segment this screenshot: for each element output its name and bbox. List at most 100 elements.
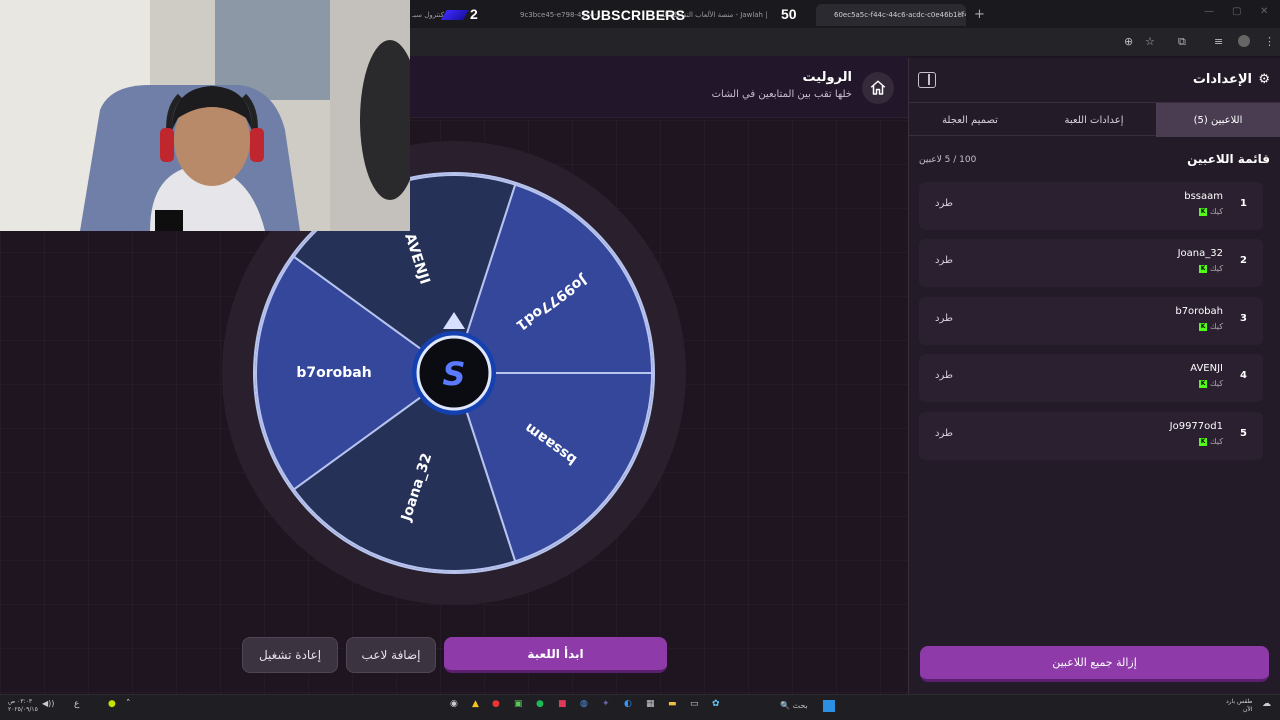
player-row: 3 b7orobah كيك K طرد [919,297,1263,345]
player-platform: كيك K [1199,379,1223,388]
taskbar-search[interactable]: بحث 🔍 [780,701,808,710]
player-row: 2 Joana_32 كيك K طرد [919,239,1263,287]
tab-wheel-design[interactable]: تصميم العجلة [908,103,1032,137]
player-name: Joana_32 [1177,248,1223,259]
kick-logo-icon: K [1199,322,1208,331]
start-icon[interactable] [823,700,835,712]
platform-label: كيك [1210,437,1223,446]
tab-players[interactable]: اللاعبين (5) [1156,103,1280,137]
wheel-segment-label: b7orobah [296,365,371,381]
tab-game-settings[interactable]: إعدادات اللعبة [1032,103,1156,137]
search-label: بحث [792,701,808,710]
kick-player-button[interactable]: طرد [935,255,953,266]
kick-player-button[interactable]: طرد [935,198,953,209]
player-name: b7orobah [1175,306,1223,317]
platform-label: كيك [1210,322,1223,331]
app-icon[interactable]: ◉ [450,699,458,709]
maximize-icon[interactable]: ▢ [1232,6,1241,17]
weather-icon: ☁ [1262,699,1271,709]
platform-label: كيك [1210,264,1223,273]
player-name: Jo9977od1 [1169,421,1223,432]
weather-widget[interactable]: طقس بارد الآن [1226,698,1252,714]
profile-avatar[interactable] [1238,35,1250,47]
collapse-panel-icon[interactable] [918,72,936,88]
plus-icon[interactable]: + [974,4,988,26]
panel-tabs: اللاعبين (5) إعدادات اللعبة تصميم العجلة [908,102,1280,137]
start-game-button[interactable]: ابدأ اللعبة [444,637,667,673]
webcam-image [0,0,410,231]
players-count: 100 / 5 لاعبين [919,155,977,165]
menu-icon[interactable]: ⋮ [1264,35,1275,48]
subscriber-count: 2 [470,6,478,22]
webcam-overlay [0,0,410,231]
players-list-title: قائمة اللاعبين [1187,152,1270,166]
kick-logo-icon: K [1199,437,1208,446]
player-row: 5 Jo9977od1 كيك K طرد [919,412,1263,460]
spotify-icon[interactable]: ● [536,699,544,709]
player-number: 5 [1240,428,1247,439]
remove-all-players-button[interactable]: إزالة جميع اللاعبين [920,646,1269,682]
kick-logo-icon: K [1199,264,1208,273]
terminal-icon[interactable]: ▣ [514,699,523,709]
tray-app-icon[interactable]: ● [108,699,116,709]
kick-player-button[interactable]: طرد [935,313,953,324]
add-player-button[interactable]: إضافة لاعب [346,637,436,673]
minimize-icon[interactable]: — [1204,6,1214,17]
page-subtitle: خلها تقب بين المتابعين في الشات [711,89,852,100]
folder-icon[interactable]: ▬ [668,699,677,709]
app-icon[interactable]: ✿ [712,699,720,709]
close-tab-icon[interactable]: ✕ [956,4,964,26]
player-name: AVENJI [1190,363,1223,374]
close-window-icon[interactable]: ✕ [1260,6,1268,17]
subscriber-goal-overlay: 2 SUBSCRIBERS 50 [441,4,800,24]
store-icon[interactable]: ▦ [646,699,655,709]
star-icon[interactable]: ☆ [1145,35,1155,48]
subscriber-label: SUBSCRIBERS [581,7,686,23]
app-icon[interactable]: ● [492,699,500,709]
player-number: 1 [1240,198,1247,209]
tab-title: 60ec5a5c-f44c-44c6-acdc-c0e46b1ef4b0 [834,11,966,19]
platform-label: كيك [1210,379,1223,388]
kick-player-button[interactable]: طرد [935,370,953,381]
clock: ٠٣:٠٣ ص ٢٠٢٥/٠٩/١٥ [8,698,38,714]
panel-title: الإعدادات [1192,72,1252,87]
browser-tab-active[interactable]: 60ec5a5c-f44c-44c6-acdc-c0e46b1ef4b0 ✕ [816,4,966,26]
app-icon[interactable]: ✦ [602,699,610,709]
chrome-icon[interactable]: ◍ [580,699,588,709]
player-platform: كيك K [1199,207,1223,216]
app-icon[interactable]: ▭ [690,699,699,709]
restart-button[interactable]: إعادة تشغيل [242,637,338,673]
tab-search-icon[interactable]: ≡ [1214,35,1223,48]
player-row: 1 bssaam كيك K طرد [919,182,1263,230]
player-number: 3 [1240,313,1247,324]
weather-sub: الآن [1242,706,1253,713]
player-platform: كيك K [1199,264,1223,273]
weather-label: طقس بارد [1226,698,1253,705]
page-title: الروليت [802,70,852,85]
tray-volume-icon[interactable]: ◀)) [42,699,54,708]
player-number: 4 [1240,370,1247,381]
edge-icon[interactable]: ◐ [624,699,632,709]
home-icon [870,80,886,95]
tray-chevron-icon[interactable]: ˄ [126,699,131,709]
tray-language-icon[interactable]: ع [74,699,79,709]
player-name: bssaam [1184,191,1223,202]
taskbar [0,694,1280,720]
kick-player-button[interactable]: طرد [935,428,953,439]
zoom-icon[interactable]: ⊕ [1124,35,1133,48]
center-logo: S [442,355,465,393]
player-row: 4 AVENJI كيك K طرد [919,354,1263,402]
main-header [410,56,908,118]
app-icon[interactable]: ■ [558,699,567,709]
extensions-icon[interactable]: ⧉ [1178,35,1186,49]
subscriber-goal: 50 [781,6,797,22]
gear-icon: ⚙ [1258,72,1270,87]
platform-label: كيك [1210,207,1223,216]
clock-time: ٠٣:٠٣ ص [8,698,33,705]
warning-icon[interactable]: ▲ [472,699,479,709]
home-button[interactable] [862,72,894,104]
screen: لا كنترول سبـ 9c3bce45-e798-49c4-... منص… [0,0,1280,720]
kick-logo-icon: K [1199,207,1208,216]
player-number: 2 [1240,255,1247,266]
kick-logo-icon: K [1199,379,1208,388]
